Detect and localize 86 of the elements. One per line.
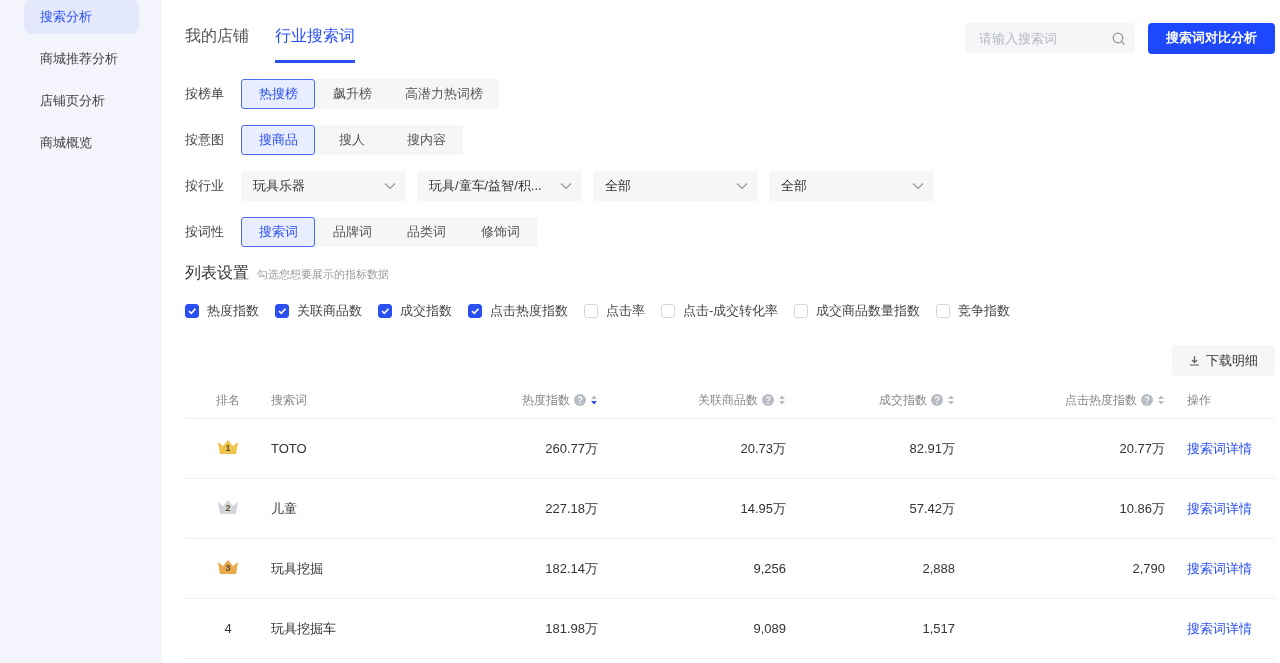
segment-option[interactable]: 修饰词 [463, 217, 537, 247]
filter-label: 按词性 [185, 223, 225, 241]
table-cell: 9,089 [753, 621, 786, 636]
table-cell: 20.77万 [1119, 440, 1165, 456]
search-field[interactable]: 请输入搜索词 [977, 29, 1112, 47]
tab[interactable]: 行业搜索词 [275, 0, 355, 63]
metric-checkbox[interactable]: 成交商品数量指数 [794, 302, 921, 320]
table-cell: 2,888 [922, 561, 955, 576]
dropdown[interactable]: 全部 [769, 171, 934, 201]
filter-label: 按榜单 [185, 85, 225, 103]
table-cell: 9,256 [753, 561, 786, 576]
dropdown[interactable]: 玩具/童车/益智/积... [417, 171, 582, 201]
segment-option[interactable]: 飙升榜 [315, 79, 389, 109]
column-header: 关联商品数 [698, 391, 758, 409]
sidebar-item[interactable]: 店铺页分析 [24, 84, 139, 118]
sidebar-item[interactable]: 商城概览 [24, 126, 139, 160]
checkbox[interactable] [185, 304, 199, 318]
table-cell: 10.86万 [1119, 500, 1165, 516]
segment-option[interactable]: 搜商品 [241, 125, 315, 155]
table-cell: 82.91万 [909, 440, 955, 456]
rank-medal: 2 [217, 499, 239, 515]
segment-option[interactable]: 搜人 [315, 125, 389, 155]
filter-label: 按意图 [185, 131, 225, 149]
dropdown[interactable]: 全部 [593, 171, 758, 201]
sidebar-item[interactable]: 商城推荐分析 [24, 42, 139, 76]
download-icon [1189, 355, 1200, 366]
rank-number: 4 [224, 621, 232, 636]
table-cell: 14.95万 [740, 500, 786, 516]
detail-link[interactable]: 搜索词详情 [1187, 620, 1252, 636]
metric-checkbox[interactable]: 竞争指数 [936, 302, 1011, 320]
checkbox[interactable] [275, 304, 289, 318]
table-cell: 260.77万 [545, 440, 598, 456]
checkmark-icon [380, 306, 390, 316]
column-header: 排名 [216, 391, 240, 409]
table-cell: 20.73万 [740, 440, 786, 456]
segment-option[interactable]: 搜索词 [241, 217, 315, 247]
filter-label: 按行业 [185, 177, 225, 195]
download-button[interactable]: 下载明细 [1172, 345, 1275, 376]
metric-checkbox[interactable]: 点击率 [584, 302, 645, 320]
rank-medal: 3 [217, 559, 239, 575]
table-cell: 儿童 [271, 500, 297, 516]
search-box[interactable]: 请输入搜索词 [965, 23, 1135, 53]
table-cell: TOTO [271, 441, 307, 456]
segment-option[interactable]: 品类词 [389, 217, 463, 247]
column-header: 操作 [1187, 391, 1211, 409]
metric-checkbox[interactable]: 热度指数 [185, 302, 259, 320]
tab[interactable]: 我的店铺 [185, 0, 249, 63]
column-header: 成交指数 [879, 391, 927, 409]
dropdown[interactable]: 玩具乐器 [241, 171, 406, 201]
table-cell: 57.42万 [909, 500, 955, 516]
search-icon [1112, 31, 1125, 45]
detail-link[interactable]: 搜索词详情 [1187, 500, 1252, 516]
column-header: 点击热度指数 [1065, 391, 1137, 409]
checkmark-icon [470, 306, 480, 316]
table-cell: 1,517 [922, 621, 955, 636]
detail-link[interactable]: 搜索词详情 [1187, 560, 1252, 576]
detail-link[interactable]: 搜索词详情 [1187, 440, 1252, 456]
section-title: 列表设置 [185, 263, 249, 283]
checkmark-icon [187, 306, 197, 316]
column-header: 热度指数 [522, 391, 570, 409]
segment-option[interactable]: 热搜榜 [241, 79, 315, 109]
section-hint: 勾选您想要展示的指标数据 [257, 267, 389, 282]
table-cell: 181.98万 [545, 620, 598, 636]
segment-option[interactable]: 品牌词 [315, 217, 389, 247]
sidebar-item[interactable]: 搜索分析 [24, 0, 139, 34]
chevron-down-icon [560, 182, 572, 190]
segment-option[interactable]: 搜内容 [389, 125, 463, 155]
table-cell: 2,790 [1132, 561, 1165, 576]
metric-checkbox[interactable]: 成交指数 [378, 302, 452, 320]
table-cell: 玩具挖掘车 [271, 620, 336, 636]
metric-checkbox[interactable]: 点击热度指数 [468, 302, 568, 320]
metric-checkbox[interactable]: 关联商品数 [275, 302, 362, 320]
segment-option[interactable]: 高潜力热词榜 [389, 79, 499, 109]
column-header: 搜索词 [271, 391, 307, 409]
checkbox[interactable] [468, 304, 482, 318]
compare-button[interactable]: 搜索词对比分析 [1148, 22, 1275, 54]
chevron-down-icon [736, 182, 748, 190]
table-cell: 玩具挖掘 [271, 560, 323, 576]
chevron-down-icon [912, 182, 924, 190]
rank-medal: 1 [217, 439, 239, 455]
checkbox[interactable] [378, 304, 392, 318]
chevron-down-icon [384, 182, 396, 190]
checkmark-icon [277, 306, 287, 316]
table-cell: 182.14万 [545, 560, 598, 576]
metric-checkbox[interactable]: 点击-成交转化率 [661, 302, 779, 320]
table-cell: 227.18万 [545, 500, 598, 516]
